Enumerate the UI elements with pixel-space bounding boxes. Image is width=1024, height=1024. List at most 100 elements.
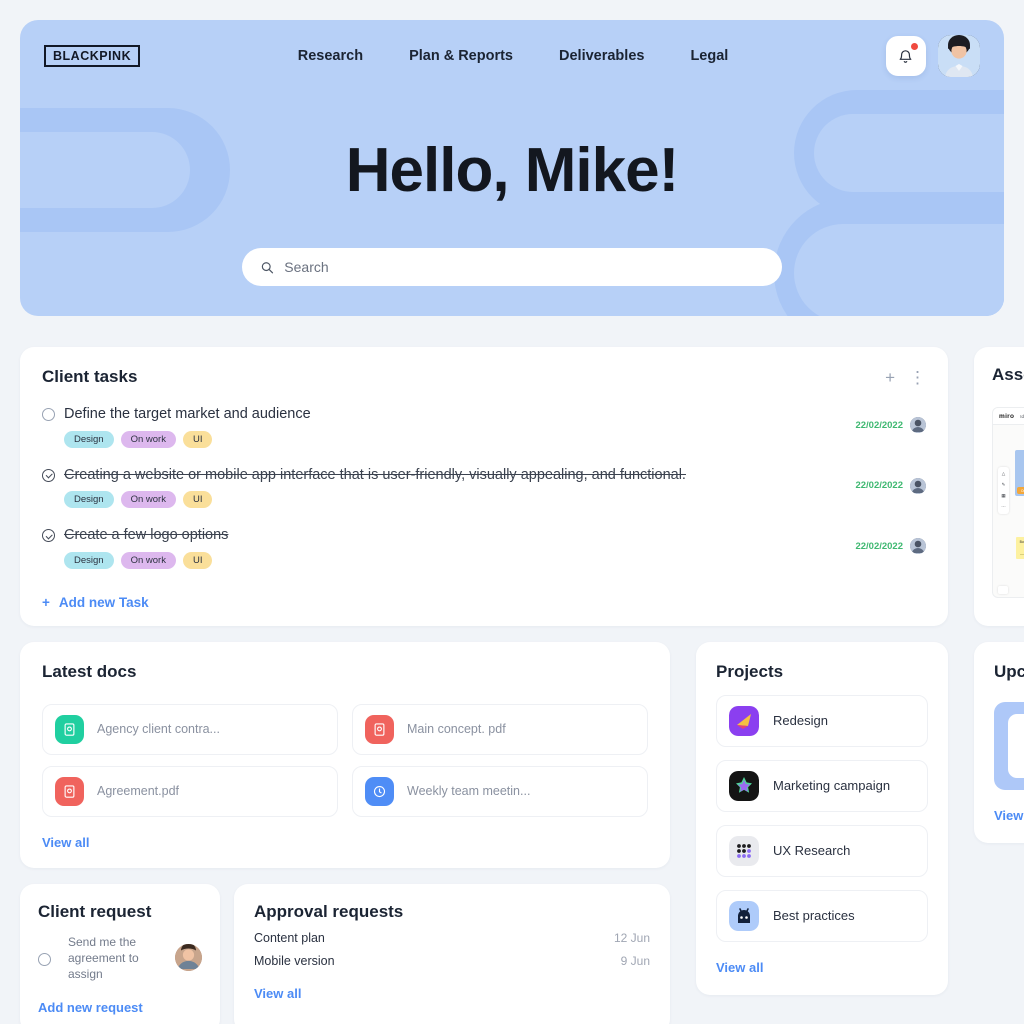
- task-tags: Design On work UI: [42, 551, 841, 569]
- task-checkbox[interactable]: [42, 468, 55, 482]
- add-task-icon[interactable]: +: [885, 369, 895, 386]
- pdf-icon: [55, 776, 84, 806]
- tag-on-work[interactable]: On work: [120, 491, 176, 509]
- latest-docs-title: Latest docs: [42, 661, 137, 681]
- latest-docs-list: Agency client contra... Main concept. pd…: [42, 703, 648, 817]
- client-tasks-title: Client tasks: [42, 367, 138, 386]
- task-row[interactable]: Define the target market and audience De…: [42, 405, 926, 448]
- project-name: UX Research: [773, 843, 851, 859]
- tag-ui[interactable]: UI: [182, 551, 213, 569]
- tag-ui[interactable]: UI: [182, 491, 213, 509]
- doc-item[interactable]: Agreement.pdf: [42, 765, 338, 817]
- project-item-best-practices[interactable]: Best practices: [716, 889, 928, 942]
- brand-logo[interactable]: BLACKPINK: [44, 45, 141, 67]
- hero-header: BLACKPINK Research Plan & Reports Delive…: [20, 20, 1004, 316]
- task-meta: 22/02/2022: [855, 405, 926, 433]
- task-row[interactable]: Create a few logo options Design On work…: [42, 526, 926, 569]
- project-name: Redesign: [773, 713, 828, 729]
- task-checkbox[interactable]: [42, 529, 55, 543]
- brand-logo-text: BLACKPINK: [53, 49, 132, 64]
- main-nav: Research Plan & Reports Deliverables Leg…: [298, 48, 729, 64]
- approval-request-name: Content plan: [254, 930, 325, 945]
- miro-canvas: △ ✎ ▦ ⋯ Registration Onboarding Sign up …: [993, 425, 1024, 597]
- notifications-button[interactable]: [885, 36, 926, 76]
- approval-requests-card: Approval requests Content plan 12 Jun Mo…: [234, 883, 670, 1024]
- doc-name: Weekly team meetin...: [407, 784, 531, 799]
- search-input[interactable]: [284, 259, 764, 275]
- pdf-icon: [365, 714, 394, 744]
- assets-card: Assets miro Ideation & Brainstorming Sha…: [974, 347, 1024, 626]
- tag-ui[interactable]: UI: [182, 430, 213, 448]
- latest-docs-view-all[interactable]: View all: [42, 835, 89, 850]
- tag-on-work[interactable]: On work: [120, 430, 176, 448]
- miro-logo: miro: [999, 412, 1015, 420]
- hero-content: Hello, Mike!: [20, 140, 1004, 286]
- plus-icon: +: [42, 594, 50, 610]
- nav-item-plan-reports[interactable]: Plan & Reports: [409, 48, 513, 64]
- nav-item-deliverables[interactable]: Deliverables: [559, 48, 644, 64]
- board-chip-onboarding: Onboarding: [1017, 487, 1024, 494]
- client-request-card: Client request Send me the agreement to …: [20, 883, 220, 1024]
- search-bar[interactable]: [242, 248, 782, 286]
- assets-title: Assets: [992, 365, 1024, 384]
- task-row[interactable]: Creating a website or mobile app interfa…: [42, 466, 926, 509]
- project-item-ux-research[interactable]: UX Research: [716, 824, 928, 877]
- doc-item[interactable]: Main concept. pdf: [352, 703, 648, 755]
- task-tags: Design On work UI: [42, 430, 841, 448]
- projects-view-all[interactable]: View all: [716, 960, 763, 975]
- top-right-actions: [885, 35, 980, 77]
- approval-requests-title: Approval requests: [254, 901, 404, 921]
- approval-request-date: 9 Jun: [620, 953, 650, 968]
- add-new-request-button[interactable]: Add new request: [38, 1000, 143, 1015]
- task-assignee-avatar[interactable]: [910, 417, 926, 433]
- best-practices-icon: [729, 900, 759, 931]
- client-request-checkbox[interactable]: [38, 952, 51, 966]
- nav-item-research[interactable]: Research: [298, 48, 363, 64]
- miro-toolbar: miro Ideation & Brainstorming Share: [993, 408, 1024, 425]
- dashboard-page: BLACKPINK Research Plan & Reports Delive…: [0, 0, 1024, 1024]
- more-tool-icon[interactable]: ⋯: [1001, 504, 1006, 510]
- doc-item[interactable]: Weekly team meetin...: [352, 765, 648, 817]
- marketing-icon: [729, 770, 759, 801]
- projects-title: Projects: [716, 661, 784, 681]
- tag-design[interactable]: Design: [64, 491, 114, 509]
- frame-tool-icon[interactable]: ▦: [1001, 493, 1005, 499]
- task-meta: 22/02/2022: [855, 526, 926, 555]
- task-checkbox[interactable]: [42, 408, 55, 421]
- cursor-tool-icon[interactable]: △: [1002, 471, 1005, 477]
- tag-design[interactable]: Design: [64, 430, 114, 448]
- task-tags: Design On work UI: [42, 491, 841, 509]
- nav-item-legal[interactable]: Legal: [690, 48, 728, 64]
- meetings-view-all[interactable]: View all: [994, 808, 1024, 823]
- task-meta: 22/02/2022: [855, 466, 926, 494]
- task-assignee-avatar[interactable]: [910, 477, 926, 494]
- client-request-row[interactable]: Send me the agreement to assign: [38, 934, 202, 983]
- tag-design[interactable]: Design: [64, 551, 114, 569]
- more-options-icon[interactable]: ⋮: [909, 369, 926, 386]
- project-name: Marketing campaign: [773, 778, 891, 794]
- miro-tool-palette[interactable]: △ ✎ ▦ ⋯: [998, 467, 1009, 514]
- tag-on-work[interactable]: On work: [120, 551, 176, 569]
- user-avatar[interactable]: [937, 35, 980, 77]
- note-tool-icon[interactable]: ✎: [1002, 482, 1006, 488]
- project-item-redesign[interactable]: Redesign: [716, 694, 928, 747]
- add-new-task-button[interactable]: + Add new Task: [42, 595, 926, 610]
- approval-request-row[interactable]: Mobile version 9 Jun: [254, 954, 650, 968]
- sticky-note[interactable]: Button is too small: [1016, 537, 1024, 559]
- doc-item[interactable]: Agency client contra...: [42, 703, 338, 755]
- task-assignee-avatar[interactable]: [910, 538, 926, 555]
- ux-research-icon: [729, 835, 759, 866]
- search-icon: [261, 261, 274, 273]
- notification-badge-dot: [910, 43, 918, 50]
- miro-board-preview[interactable]: miro Ideation & Brainstorming Share △ ✎: [992, 407, 1024, 598]
- miro-fit-button[interactable]: [998, 586, 1008, 594]
- project-item-marketing[interactable]: Marketing campaign: [716, 759, 928, 812]
- meeting-item[interactable]: May 31 Team Planning 10:00-11:00: [994, 701, 1024, 790]
- client-request-avatar[interactable]: [175, 944, 202, 972]
- top-navigation-bar: BLACKPINK Research Plan & Reports Delive…: [20, 20, 1004, 92]
- upcoming-meetings-title: Upcoming meetings: [994, 661, 1024, 681]
- clock-icon: [365, 776, 394, 806]
- approval-requests-view-all[interactable]: View all: [254, 986, 301, 1001]
- client-tasks-actions: + ⋮: [885, 369, 926, 386]
- approval-request-row[interactable]: Content plan 12 Jun: [254, 931, 650, 945]
